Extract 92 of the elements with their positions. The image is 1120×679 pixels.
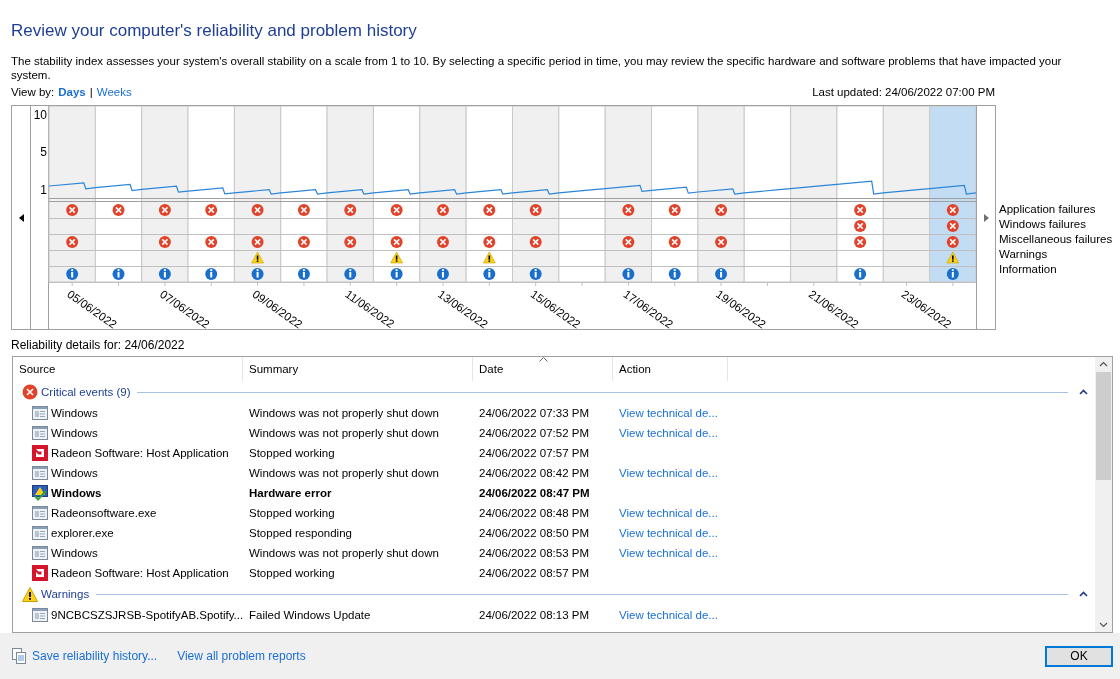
right-arrow-icon — [983, 213, 989, 222]
chevron-up-icon — [1079, 389, 1088, 395]
summary-cell-text: Hardware error — [248, 487, 333, 499]
source-cell: Windows — [51, 467, 98, 479]
summary-cell-text: Stopped working — [248, 507, 336, 519]
save-history-link[interactable]: Save reliability history... — [32, 649, 158, 663]
view-details-link[interactable]: View technical de... — [619, 609, 718, 621]
day-column[interactable] — [48, 106, 96, 283]
source-cell: Radeonsoftware.exe — [51, 507, 157, 519]
view-option-link[interactable]: Days — [58, 84, 86, 100]
link-separator: | — [89, 85, 93, 100]
day-column[interactable] — [604, 106, 653, 283]
scroll-down-icon — [1099, 622, 1108, 628]
window-icon — [32, 406, 48, 420]
view-details-link[interactable]: View technical de... — [619, 407, 718, 419]
date-cell-text: 24/06/2022 08:42 PM — [478, 467, 590, 479]
view-details-link[interactable]: View technical de... — [619, 427, 718, 439]
chevron-up-icon — [1079, 591, 1088, 597]
summary-cell-text: Windows was not properly shut down — [248, 427, 440, 439]
day-column[interactable] — [94, 106, 143, 283]
date-cell-text: 24/06/2022 08:13 PM — [478, 609, 590, 621]
legend-label: Miscellaneous failures — [999, 232, 1113, 247]
app-logo-icon — [32, 565, 48, 581]
summary-cell-text: Windows was not properly shut down — [248, 547, 440, 559]
date-cell-text: 24/06/2022 08:57 PM — [478, 567, 590, 579]
window-icon — [32, 608, 48, 622]
ok-button[interactable]: OK — [1045, 645, 1113, 667]
day-column[interactable] — [512, 106, 560, 283]
window-icon — [32, 506, 48, 520]
problem-reports-link[interactable]: View all problem reports — [177, 649, 306, 663]
sort-indicator-icon — [539, 357, 548, 362]
left-arrow-icon — [18, 213, 24, 222]
window-icon — [32, 426, 48, 440]
summary-cell-text: Stopped working — [248, 447, 336, 459]
y-axis-label: 1 — [40, 183, 47, 197]
column-header[interactable]: Action — [613, 357, 728, 381]
source-cell: Windows — [51, 547, 98, 559]
date-cell-text: 24/06/2022 08:50 PM — [478, 527, 590, 539]
y-axis-label: 10 — [33, 108, 47, 122]
vertical-scrollbar[interactable] — [1095, 357, 1112, 632]
column-header[interactable]: Source — [13, 357, 243, 381]
description-text: The stability index assesses your system's overall stability on a scale from 1 to 10. By selecting a specific period in time, you may review the specific hardware and software problems that have impacted your system. — [11, 54, 1063, 82]
summary-cell-text: Windows was not properly shut down — [248, 407, 440, 419]
view-details-link[interactable]: View technical de... — [619, 527, 718, 539]
day-column[interactable] — [697, 106, 745, 283]
legend-label: Windows failures — [999, 217, 1087, 232]
day-column[interactable] — [326, 106, 374, 283]
view-details-link[interactable]: View technical de... — [619, 547, 718, 559]
window-icon — [32, 526, 48, 540]
day-column[interactable] — [651, 106, 699, 283]
date-cell-text: 24/06/2022 07:57 PM — [478, 447, 590, 459]
warning-icon — [22, 586, 38, 602]
date-cell-text: 24/06/2022 08:53 PM — [478, 547, 590, 559]
monitor-check-icon — [32, 485, 48, 501]
source-cell: Windows — [51, 407, 98, 419]
summary-cell-text: Stopped working — [248, 567, 336, 579]
source-cell: Radeon Software: Host Application — [51, 567, 229, 579]
date-cell-text: 24/06/2022 07:33 PM — [478, 407, 590, 419]
source-cell: Windows — [51, 487, 102, 499]
legend-label: Warnings — [999, 247, 1049, 262]
view-details-link[interactable]: View technical de... — [619, 507, 718, 519]
page-title: Review your computer's reliability and problem history — [11, 20, 418, 42]
date-cell-text: 24/06/2022 08:48 PM — [478, 507, 590, 519]
view-details-link[interactable]: View technical de... — [619, 467, 718, 479]
summary-cell-text: Stopped responding — [248, 527, 353, 539]
date-cell-text: 24/06/2022 07:52 PM — [478, 427, 590, 439]
legend-label: Application failures — [999, 202, 1097, 217]
source-cell: Windows — [51, 427, 98, 439]
group-heading: Critical events (9) — [41, 386, 131, 398]
window-icon — [32, 546, 48, 560]
column-header[interactable]: Summary — [243, 357, 473, 381]
summary-cell-text: Failed Windows Update — [248, 609, 372, 621]
source-cell: 9NCBCSZSJRSB-SpotifyAB.Spotify... — [51, 609, 244, 621]
legend-label: Information — [999, 262, 1058, 277]
error-icon — [22, 384, 38, 400]
view-option-link[interactable]: Weeks — [96, 84, 132, 100]
save-document-icon — [12, 648, 26, 664]
y-axis-label: 5 — [40, 145, 47, 159]
view-by-label: View by: — [11, 85, 55, 100]
window-icon — [32, 466, 48, 480]
column-header[interactable]: Date — [473, 357, 613, 381]
summary-cell-text: Windows was not properly shut down — [248, 467, 440, 479]
source-cell: explorer.exe — [51, 527, 114, 539]
scrollbar-thumb[interactable] — [1096, 372, 1111, 480]
scroll-up-icon — [1099, 361, 1108, 367]
group-heading: Warnings — [41, 588, 90, 600]
details-heading: Reliability details for: 24/06/2022 — [11, 338, 186, 352]
app-logo-icon — [32, 445, 48, 461]
date-cell-text: 24/06/2022 08:47 PM — [478, 487, 591, 499]
day-column[interactable] — [187, 106, 235, 283]
source-cell: Radeon Software: Host Application — [51, 447, 229, 459]
last-updated-text: Last updated: 24/06/2022 07:00 PM — [812, 85, 995, 100]
